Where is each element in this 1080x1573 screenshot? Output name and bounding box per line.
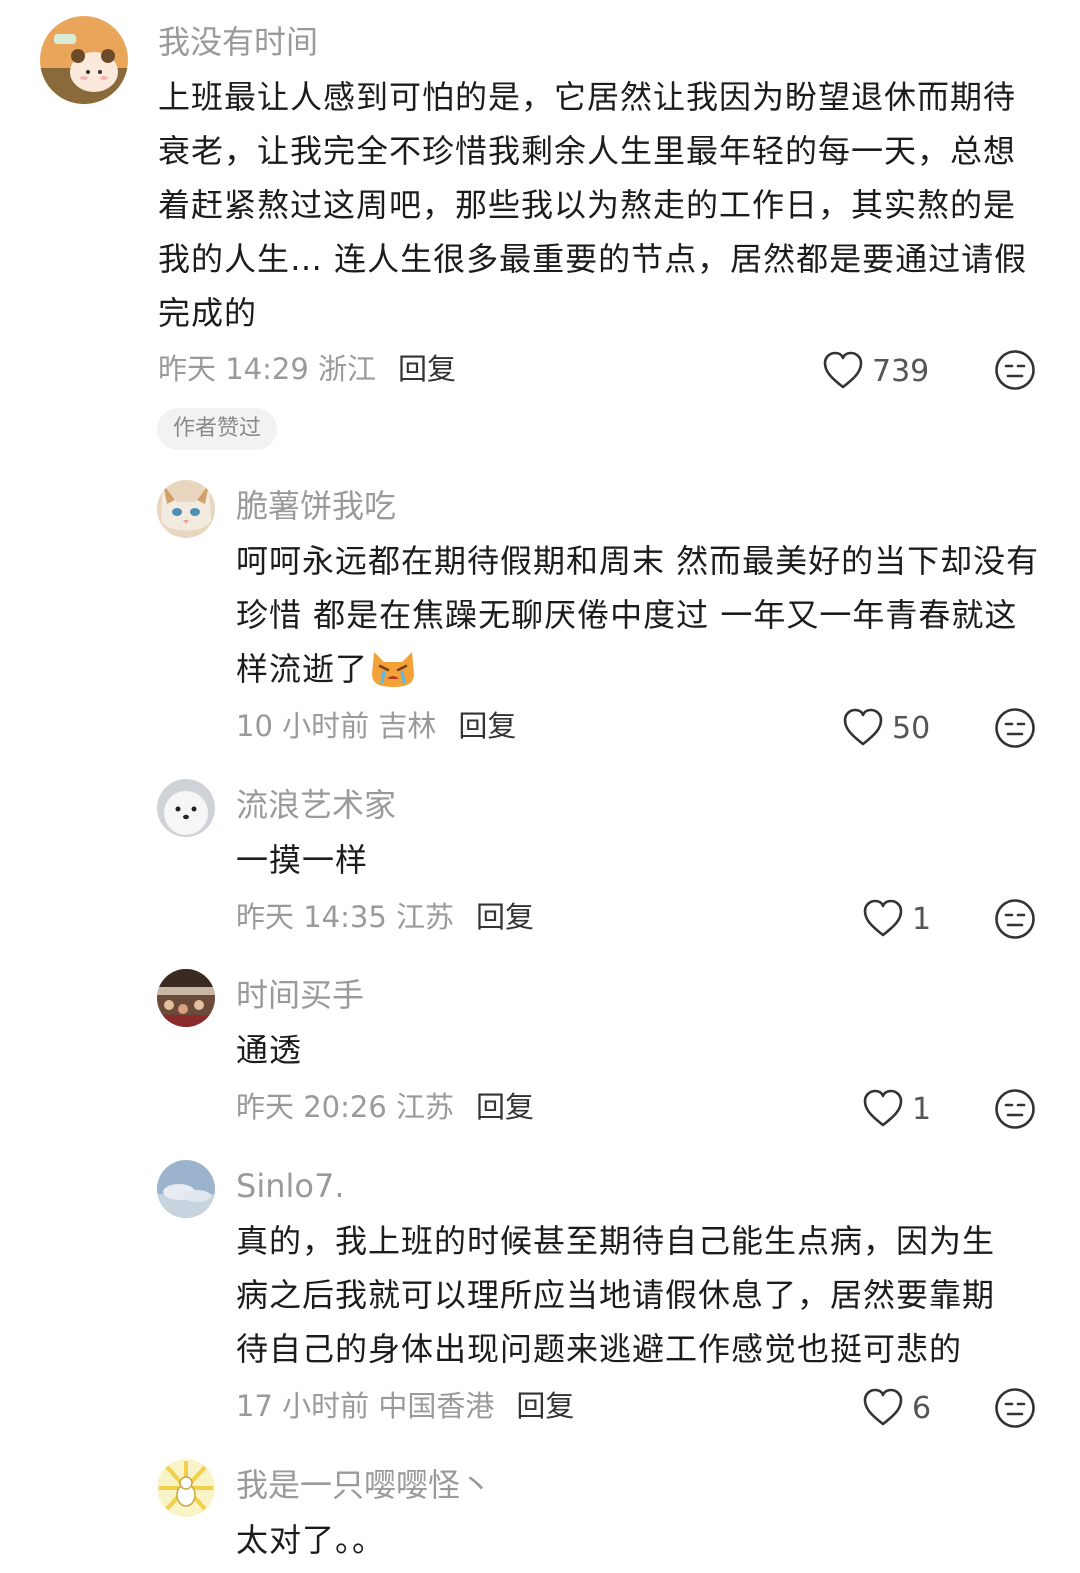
reply-button[interactable]: 回复: [476, 900, 534, 934]
reaction-button[interactable]: [994, 1088, 1036, 1130]
like-count: 1: [912, 901, 932, 937]
comment-text: 呵呵永远都在期待假期和周末 然而最美好的当下却没有珍惜 都是在焦躁无聊厌倦中度过…: [236, 534, 1046, 696]
avatar[interactable]: [157, 1459, 215, 1517]
heart-outline-icon: [863, 899, 903, 937]
comment-time-location: 17 小时前 中国香港: [236, 1389, 495, 1423]
reaction-button[interactable]: [994, 1387, 1036, 1429]
neutral-face-icon: [995, 708, 1035, 748]
like-button[interactable]: 50: [842, 706, 930, 750]
neutral-face-icon: [995, 1089, 1035, 1129]
avatar[interactable]: [157, 1160, 215, 1218]
avatar[interactable]: [157, 779, 215, 837]
neutral-face-icon: [995, 899, 1035, 939]
neutral-face-icon: [995, 350, 1035, 390]
like-button[interactable]: 1: [862, 897, 931, 941]
like-button[interactable]: 6: [862, 1386, 931, 1430]
comment-time-location: 昨天 14:35 江苏: [236, 900, 455, 934]
comment-username[interactable]: 脆薯饼我吃: [236, 486, 396, 526]
comment-username[interactable]: 时间买手: [236, 975, 364, 1015]
like-button[interactable]: 739: [822, 349, 929, 393]
neutral-face-icon: [995, 1388, 1035, 1428]
like-count: 1: [912, 1091, 932, 1127]
reply-button[interactable]: 回复: [516, 1389, 574, 1423]
comment-username[interactable]: 流浪艺术家: [236, 785, 396, 825]
reaction-button[interactable]: [994, 898, 1036, 940]
comment-username[interactable]: Sinlo7.: [236, 1166, 344, 1206]
reaction-button[interactable]: [994, 349, 1036, 391]
heart-outline-icon: [863, 1388, 903, 1426]
like-button[interactable]: 1: [862, 1087, 931, 1131]
comment-text: 真的，我上班的时候甚至期待自己能生点病，因为生病之后我就可以理所应当地请假休息了…: [236, 1222, 996, 1368]
comment-time-location: 10 小时前 吉林: [236, 709, 437, 743]
comment-text-content: 呵呵永远都在期待假期和周末 然而最美好的当下却没有珍惜 都是在焦躁无聊厌倦中度过…: [236, 542, 1040, 688]
comment-text: 通透: [236, 1031, 303, 1069]
reply-button[interactable]: 回复: [458, 709, 516, 743]
like-count: 50: [892, 710, 931, 746]
comment-username[interactable]: 我是一只嘤嘤怪丶: [236, 1465, 492, 1505]
avatar[interactable]: [40, 16, 128, 104]
reaction-button[interactable]: [994, 707, 1036, 749]
avatar[interactable]: [157, 480, 215, 538]
like-count: 6: [912, 1390, 932, 1426]
comment-meta: 昨天 14:35 江苏 回复: [236, 897, 534, 937]
crying-cat-emoji: [372, 652, 415, 687]
comment-meta: 10 小时前 吉林 回复: [236, 706, 516, 746]
comment-text: 一摸一样: [236, 841, 369, 879]
reply-button[interactable]: 回复: [398, 352, 456, 386]
comment-time-location: 昨天 20:26 江苏: [236, 1090, 455, 1124]
heart-outline-icon: [823, 351, 863, 389]
comment-time-location: 昨天 14:29 浙江: [158, 352, 377, 386]
comment-username[interactable]: 我没有时间: [158, 22, 318, 62]
comment-meta: 昨天 14:29 浙江 回复: [158, 349, 456, 389]
comment-text: 上班最让人感到可怕的是，它居然让我因为盼望退休而期待衰老，让我完全不珍惜我剩余人…: [158, 78, 1028, 332]
avatar[interactable]: [157, 969, 215, 1027]
comment-text: 太对了。。: [236, 1521, 386, 1559]
heart-outline-icon: [863, 1089, 903, 1127]
author-liked-badge: 作者赞过: [157, 408, 278, 450]
comment-meta: 昨天 20:26 江苏 回复: [236, 1087, 534, 1127]
like-count: 739: [872, 353, 930, 389]
heart-outline-icon: [843, 708, 883, 746]
comment-meta: 17 小时前 中国香港 回复: [236, 1386, 574, 1426]
reply-button[interactable]: 回复: [476, 1090, 534, 1124]
